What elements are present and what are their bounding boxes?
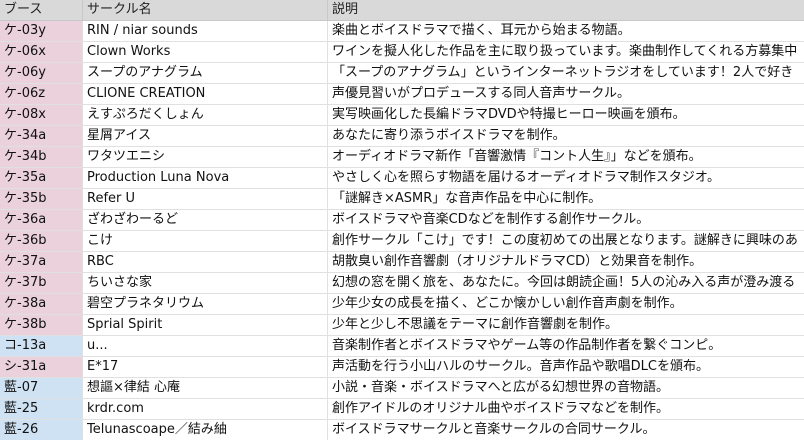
- table-row: コ-13a u... 音楽制作者とボイスドラマやゲーム等の作品制作者を繋ぐコンピ。: [0, 336, 804, 357]
- booth-cell[interactable]: コ-13a: [0, 336, 83, 357]
- booth-cell[interactable]: ケ-34b: [0, 147, 83, 168]
- description-cell[interactable]: 胡散臭い創作音響劇（オリジナルドラマCD）と効果音を制作。: [328, 252, 804, 273]
- spreadsheet: ブース サークル名 説明 ケ-03y RIN / niar sounds 楽曲とボイ…: [0, 0, 804, 440]
- description-cell[interactable]: 「スープのアナグラム」というインターネットラジオをしています！2人で好き: [328, 63, 804, 84]
- table-row: 藍-07 想謳×律結 心庵 小説・音楽・ボイスドラマへと広がる幻想世界の音物語。: [0, 378, 804, 399]
- table-row: ケ-37a RBC 胡散臭い創作音響劇（オリジナルドラマCD）と効果音を制作。: [0, 252, 804, 273]
- circle-name-cell[interactable]: CLIONE CREATION: [83, 84, 328, 105]
- circle-name-cell[interactable]: 想謳×律結 心庵: [83, 378, 328, 399]
- booth-cell[interactable]: ケ-34a: [0, 126, 83, 147]
- circle-name-cell[interactable]: u...: [83, 336, 328, 357]
- circle-name-cell[interactable]: E*17: [83, 357, 328, 378]
- table-row: ケ-03y RIN / niar sounds 楽曲とボイスドラマで描く、耳元から始…: [0, 21, 804, 42]
- booth-cell[interactable]: ケ-03y: [0, 21, 83, 42]
- circle-name-cell[interactable]: 星屑アイス: [83, 126, 328, 147]
- description-cell[interactable]: 楽曲とボイスドラマで描く、耳元から始まる物語。: [328, 21, 804, 42]
- description-cell[interactable]: 声優見習いがプロデュースする同人音声サークル。: [328, 84, 804, 105]
- circle-name-cell[interactable]: ざわざわーるど: [83, 210, 328, 231]
- booth-cell[interactable]: 藍-07: [0, 378, 83, 399]
- circle-name-cell[interactable]: Telunascoape／結み紬: [83, 420, 328, 440]
- booth-cell[interactable]: ケ-36b: [0, 231, 83, 252]
- description-cell[interactable]: オーディオドラマ新作「音響激情『コント人生』」などを頒布。: [328, 147, 804, 168]
- circle-name-cell[interactable]: Sprial Spirit: [83, 315, 328, 336]
- table-row: ケ-38b Sprial Spirit 少年と少し不思議をテーマに創作音響劇を制作。: [0, 315, 804, 336]
- booth-cell[interactable]: ケ-06z: [0, 84, 83, 105]
- table-row: 藍-26 Telunascoape／結み紬 ボイスドラマサークルと音楽サークルの合同…: [0, 420, 804, 440]
- booth-cell[interactable]: 藍-25: [0, 399, 83, 420]
- circle-name-cell[interactable]: Production Luna Nova: [83, 168, 328, 189]
- description-cell[interactable]: 創作アイドルのオリジナル曲やボイスドラマなどを制作。: [328, 399, 804, 420]
- description-cell[interactable]: 幻想の窓を開く旅を、あなたに。今回は朗読企画！5人の沁み入る声が澄み渡る: [328, 273, 804, 294]
- booth-cell[interactable]: ケ-37a: [0, 252, 83, 273]
- header-description[interactable]: 説明: [328, 0, 804, 21]
- booth-cell[interactable]: ケ-06y: [0, 63, 83, 84]
- booth-cell[interactable]: ケ-37b: [0, 273, 83, 294]
- circle-name-cell[interactable]: こけ: [83, 231, 328, 252]
- table-row: ケ-34a 星屑アイス あなたに寄り添うボイスドラマを制作。: [0, 126, 804, 147]
- circle-name-cell[interactable]: スープのアナグラム: [83, 63, 328, 84]
- table-row: ケ-35a Production Luna Nova やさしく心を照らす物語を届ける…: [0, 168, 804, 189]
- table-row: ケ-06y スープのアナグラム 「スープのアナグラム」というインターネットラジオをし…: [0, 63, 804, 84]
- circle-name-cell[interactable]: 碧空プラネタリウム: [83, 294, 328, 315]
- description-cell[interactable]: あなたに寄り添うボイスドラマを制作。: [328, 126, 804, 147]
- table-row: 藍-25 krdr.com 創作アイドルのオリジナル曲やボイスドラマなどを制作。: [0, 399, 804, 420]
- table-row: ケ-35b Refer U 「謎解き×ASMR」な音声作品を中心に制作。: [0, 189, 804, 210]
- header-row: ブース サークル名 説明: [0, 0, 804, 21]
- booth-cell[interactable]: ケ-08x: [0, 105, 83, 126]
- booth-cell[interactable]: シ-31a: [0, 357, 83, 378]
- booth-cell[interactable]: ケ-36a: [0, 210, 83, 231]
- circle-name-cell[interactable]: ちいさな家: [83, 273, 328, 294]
- booth-cell[interactable]: ケ-38a: [0, 294, 83, 315]
- description-cell[interactable]: 小説・音楽・ボイスドラマへと広がる幻想世界の音物語。: [328, 378, 804, 399]
- booth-cell[interactable]: ケ-35a: [0, 168, 83, 189]
- circle-name-cell[interactable]: RIN / niar sounds: [83, 21, 328, 42]
- description-cell[interactable]: やさしく心を照らす物語を届けるオーディオドラマ制作スタジオ。: [328, 168, 804, 189]
- header-circle[interactable]: サークル名: [83, 0, 328, 21]
- description-cell[interactable]: 少年少女の成長を描く、どこか懐かしい創作音声劇を制作。: [328, 294, 804, 315]
- table-row: ケ-34b ワタツエニシ オーディオドラマ新作「音響激情『コント人生』」などを頒布。: [0, 147, 804, 168]
- description-cell[interactable]: 実写映画化した長編ドラマDVDや特撮ヒーロー映画を頒布。: [328, 105, 804, 126]
- circle-name-cell[interactable]: Clown Works: [83, 42, 328, 63]
- description-cell[interactable]: 少年と少し不思議をテーマに創作音響劇を制作。: [328, 315, 804, 336]
- circle-name-cell[interactable]: Refer U: [83, 189, 328, 210]
- description-cell[interactable]: 創作サークル「こけ」です！この度初めての出展となります。謎解きに興味のあ: [328, 231, 804, 252]
- description-cell[interactable]: 「謎解き×ASMR」な音声作品を中心に制作。: [328, 189, 804, 210]
- table-row: ケ-37b ちいさな家 幻想の窓を開く旅を、あなたに。今回は朗読企画！5人の沁み入る…: [0, 273, 804, 294]
- table-row: ケ-36a ざわざわーるど ボイスドラマや音楽CDなどを制作する創作サークル。: [0, 210, 804, 231]
- booth-cell[interactable]: ケ-06x: [0, 42, 83, 63]
- table-row: シ-31a E*17 声活動を行う小山ハルのサークル。音声作品や歌唱DLCを頒布。: [0, 357, 804, 378]
- description-cell[interactable]: ワインを擬人化した作品を主に取り扱っています。楽曲制作してくれる方募集中: [328, 42, 804, 63]
- circle-name-cell[interactable]: ワタツエニシ: [83, 147, 328, 168]
- booth-cell[interactable]: ケ-38b: [0, 315, 83, 336]
- booth-cell[interactable]: 藍-26: [0, 420, 83, 440]
- description-cell[interactable]: 音楽制作者とボイスドラマやゲーム等の作品制作者を繋ぐコンピ。: [328, 336, 804, 357]
- table-row: ケ-08x えすぷろだくしょん 実写映画化した長編ドラマDVDや特撮ヒーロー映画を頒…: [0, 105, 804, 126]
- description-cell[interactable]: ボイスドラマや音楽CDなどを制作する創作サークル。: [328, 210, 804, 231]
- table-row: ケ-06x Clown Works ワインを擬人化した作品を主に取り扱っています。楽…: [0, 42, 804, 63]
- description-cell[interactable]: 声活動を行う小山ハルのサークル。音声作品や歌唱DLCを頒布。: [328, 357, 804, 378]
- booth-cell[interactable]: ケ-35b: [0, 189, 83, 210]
- circle-name-cell[interactable]: RBC: [83, 252, 328, 273]
- table-row: ケ-36b こけ 創作サークル「こけ」です！この度初めての出展となります。謎解きに興…: [0, 231, 804, 252]
- description-cell[interactable]: ボイスドラマサークルと音楽サークルの合同サークル。: [328, 420, 804, 440]
- circle-name-cell[interactable]: えすぷろだくしょん: [83, 105, 328, 126]
- table-row: ケ-38a 碧空プラネタリウム 少年少女の成長を描く、どこか懐かしい創作音声劇を制作…: [0, 294, 804, 315]
- table-row: ケ-06z CLIONE CREATION 声優見習いがプロデュースする同人音声サー…: [0, 84, 804, 105]
- circle-name-cell[interactable]: krdr.com: [83, 399, 328, 420]
- header-booth[interactable]: ブース: [0, 0, 83, 21]
